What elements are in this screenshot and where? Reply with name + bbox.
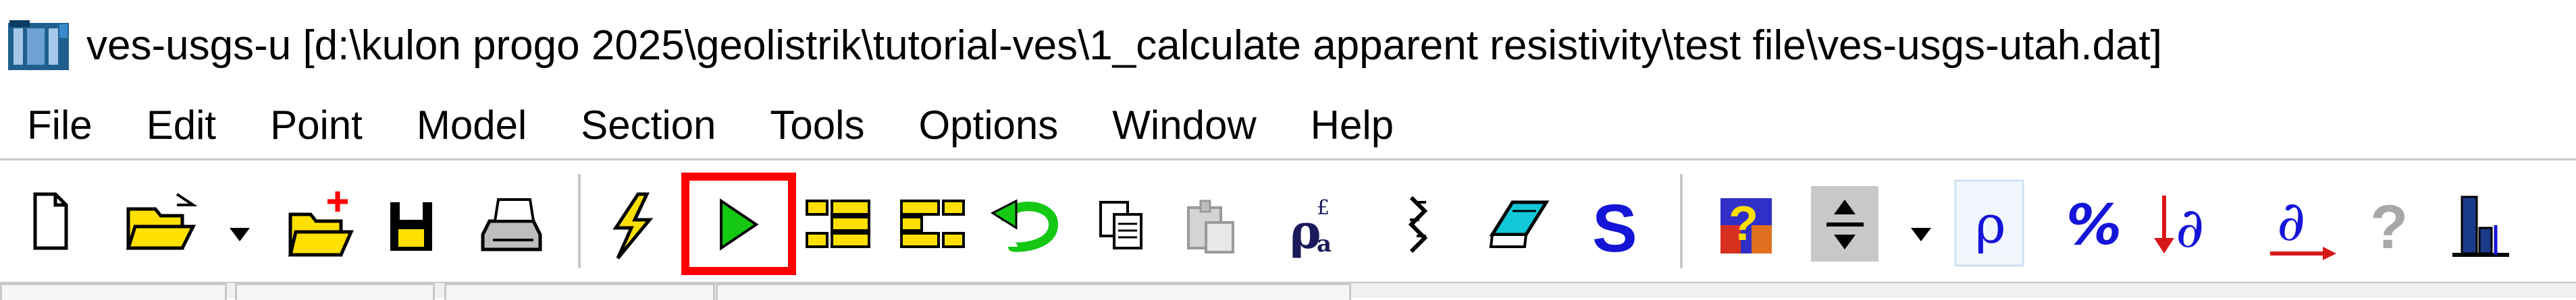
split-button[interactable] bbox=[1811, 186, 1878, 262]
svg-text:£: £ bbox=[1317, 196, 1330, 220]
run-button[interactable] bbox=[681, 173, 796, 275]
svg-text:?: ? bbox=[2370, 193, 2408, 262]
app-icon bbox=[8, 20, 69, 70]
help-button[interactable]: ? bbox=[2370, 193, 2408, 262]
rho-apparent-button[interactable]: ρ £ a bbox=[1290, 196, 1332, 260]
menu-bar: File Edit Point Model Section Tools Opti… bbox=[0, 98, 2576, 152]
menu-tools[interactable]: Tools bbox=[770, 102, 864, 148]
rho-button[interactable]: ρ bbox=[1954, 179, 2024, 267]
menu-point[interactable]: Point bbox=[270, 102, 363, 148]
document-tab[interactable] bbox=[235, 283, 435, 300]
derivative-down-button[interactable]: ∂ bbox=[2154, 196, 2204, 260]
notes-button[interactable] bbox=[1489, 200, 1550, 248]
layer-button-2[interactable] bbox=[900, 200, 965, 248]
new-file-button[interactable] bbox=[33, 192, 68, 250]
s-button[interactable]: S bbox=[1592, 191, 1637, 266]
copy-button[interactable] bbox=[1099, 201, 1142, 249]
menu-section[interactable]: Section bbox=[581, 102, 716, 148]
svg-text:a: a bbox=[1317, 231, 1332, 258]
svg-text:∂: ∂ bbox=[2277, 189, 2305, 253]
menu-window[interactable]: Window bbox=[1112, 102, 1256, 148]
document-tab[interactable] bbox=[444, 283, 715, 300]
svg-text:?: ? bbox=[1729, 197, 1758, 251]
svg-text:S: S bbox=[1592, 191, 1637, 266]
document-tab-strip bbox=[0, 282, 2576, 300]
paste-button[interactable] bbox=[1187, 200, 1234, 253]
open-file-button[interactable] bbox=[126, 193, 198, 250]
profile-button[interactable] bbox=[2452, 196, 2509, 257]
document-tab[interactable] bbox=[716, 283, 1351, 300]
toolbar: ρ £ a S ? ρ % ∂ ∂ ? bbox=[0, 158, 2576, 285]
layer-button-1[interactable] bbox=[806, 200, 870, 248]
undo-button[interactable] bbox=[990, 199, 1059, 252]
print-button[interactable] bbox=[481, 198, 542, 251]
menu-edit[interactable]: Edit bbox=[147, 102, 216, 148]
menu-options[interactable]: Options bbox=[918, 102, 1058, 148]
menu-help[interactable]: Help bbox=[1311, 102, 1394, 148]
window-title: ves-usgs-u [d:\kulon progo 2025\geolistr… bbox=[86, 22, 2162, 69]
toolbar-icons: ρ £ a S ? ρ % ∂ ∂ ? bbox=[33, 173, 2509, 275]
add-file-button[interactable] bbox=[288, 191, 354, 257]
percent-button[interactable]: % bbox=[2066, 193, 2122, 258]
document-tab[interactable] bbox=[0, 283, 227, 300]
open-dropdown-arrow-icon[interactable] bbox=[230, 228, 250, 241]
title-bar: ves-usgs-u [d:\kulon progo 2025\geolistr… bbox=[0, 0, 2576, 91]
svg-text:∂: ∂ bbox=[2176, 196, 2204, 260]
derivative-right-button[interactable]: ∂ bbox=[2270, 189, 2336, 260]
split-dropdown-arrow-icon[interactable] bbox=[1911, 228, 1931, 241]
svg-text:%: % bbox=[2066, 193, 2122, 258]
save-button[interactable] bbox=[390, 202, 432, 251]
help-palette-button[interactable]: ? bbox=[1720, 197, 1772, 253]
calculate-button[interactable] bbox=[612, 192, 654, 260]
svg-text:ρ: ρ bbox=[1975, 195, 2006, 256]
equivalence-button[interactable] bbox=[1408, 196, 1428, 253]
menu-model[interactable]: Model bbox=[417, 102, 527, 148]
menu-file[interactable]: File bbox=[27, 102, 93, 148]
